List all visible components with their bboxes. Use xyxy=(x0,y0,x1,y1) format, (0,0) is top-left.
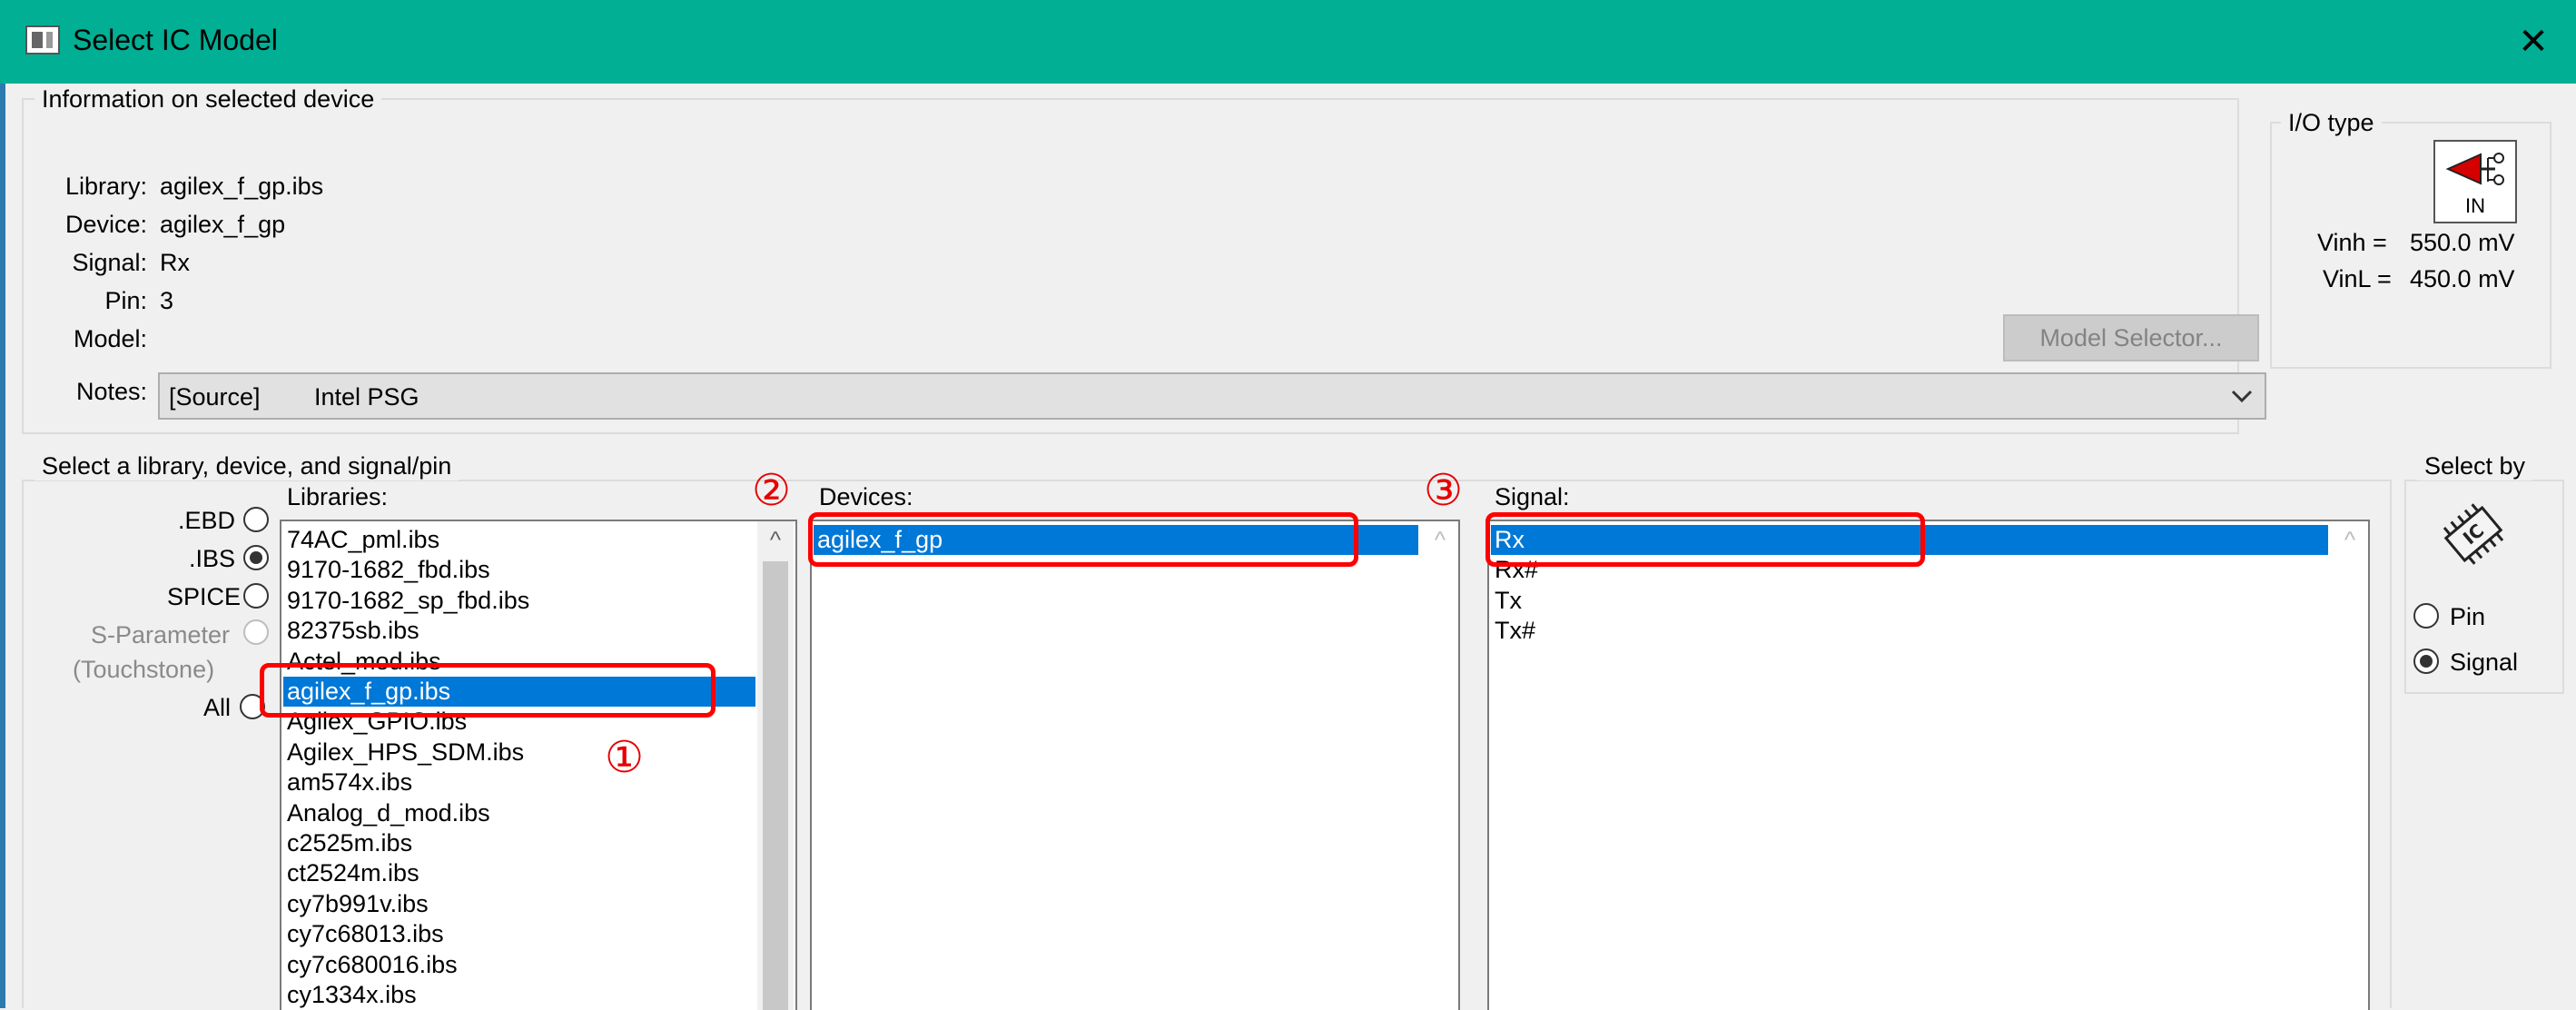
scroll-up-icon[interactable]: ^ xyxy=(1422,521,1458,558)
ebd-radio[interactable] xyxy=(243,507,269,532)
spice-radio[interactable] xyxy=(243,583,269,609)
library-list-item[interactable]: Agilex_HPS_SDM.ibs xyxy=(287,738,524,767)
library-list-item[interactable]: 9170-1682_fbd.ibs xyxy=(287,555,490,585)
pin-label: Pin: xyxy=(104,287,147,314)
devices-label: Devices: xyxy=(819,483,913,510)
signal-list-label: Signal: xyxy=(1495,483,1570,510)
library-list-item[interactable]: Analog_d_mod.ibs xyxy=(287,798,490,828)
signal-list-item[interactable]: Tx# xyxy=(1495,616,1535,646)
callout-signal xyxy=(1485,512,1925,567)
devices-listbox[interactable]: agilex_f_gp ^ xyxy=(810,520,1460,1010)
callout-library xyxy=(260,663,716,718)
library-list-item[interactable]: 82375sb.ibs xyxy=(287,616,419,646)
chip-icon: IC xyxy=(2443,503,2504,565)
select-by-signal-radio[interactable] xyxy=(2413,649,2439,674)
select-group-title: Select a library, device, and signal/pin xyxy=(35,452,459,480)
libraries-label: Libraries: xyxy=(287,483,389,510)
library-list-item[interactable]: c2525m.ibs xyxy=(287,828,412,858)
library-list-item[interactable]: cy7c68013.ibs xyxy=(287,919,444,949)
library-list-item[interactable]: am574x.ibs xyxy=(287,767,412,797)
ebd-label: .EBD xyxy=(178,507,236,534)
sparameter-label: S-Parameter xyxy=(91,621,231,649)
window-title: Select IC Model xyxy=(73,24,278,56)
select-by-title: Select by xyxy=(2417,452,2533,480)
vinl-value: 450.0 mV xyxy=(2410,265,2515,292)
notes-dropdown[interactable]: [Source] Intel PSG xyxy=(158,372,2266,420)
model-selector-button[interactable]: Model Selector... xyxy=(2003,314,2259,361)
library-list-item[interactable]: cy7b991v.ibs xyxy=(287,889,429,919)
all-label: All xyxy=(203,694,232,721)
notes-label: Notes: xyxy=(75,378,147,405)
io-type-title: I/O type xyxy=(2281,109,2382,137)
libraries-scrollbar[interactable]: ^ xyxy=(757,521,794,1010)
library-value: agilex_f_gp.ibs xyxy=(160,173,324,200)
close-icon[interactable]: ✕ xyxy=(2506,16,2561,67)
callout-device xyxy=(808,512,1358,567)
step-2-marker: ② xyxy=(752,467,792,515)
devices-scrollbar[interactable]: ^ xyxy=(1422,521,1458,1010)
step-3-marker: ③ xyxy=(1424,467,1464,515)
ibs-label: .IBS xyxy=(189,545,236,572)
info-group-title: Information on selected device xyxy=(35,85,382,114)
pin-value: 3 xyxy=(160,287,174,314)
signal-label: Signal: xyxy=(72,249,147,276)
window-app-icon xyxy=(25,25,60,54)
device-value: agilex_f_gp xyxy=(160,211,286,238)
library-list-item[interactable]: 74AC_pml.ibs xyxy=(287,525,439,555)
select-by-pin-label: Pin xyxy=(2450,603,2486,630)
ibs-radio[interactable] xyxy=(243,545,269,570)
io-icon-caption: IN xyxy=(2465,194,2485,217)
select-by-pin-radio[interactable] xyxy=(2413,603,2439,629)
touchstone-label: (Touchstone) xyxy=(73,656,215,683)
buffer-symbol-icon xyxy=(2445,153,2504,185)
signal-list-item[interactable]: Tx xyxy=(1495,586,1522,616)
chevron-down-icon xyxy=(2231,390,2253,403)
vinh-value: 550.0 mV xyxy=(2410,229,2515,256)
vinh-label: Vinh = xyxy=(2317,229,2387,256)
library-list-item[interactable]: cy7c680016.ibs xyxy=(287,950,458,980)
input-buffer-icon: IN xyxy=(2433,140,2517,223)
spice-label: SPICE xyxy=(167,583,242,610)
sparameter-radio[interactable] xyxy=(243,619,269,645)
step-1-marker: ① xyxy=(605,734,645,782)
vinl-label: VinL = xyxy=(2323,265,2392,292)
signal-listbox[interactable]: Rx Rx# Tx Tx# ^ xyxy=(1487,520,2370,1010)
signal-value: Rx xyxy=(160,249,190,276)
title-bar: Select IC Model ✕ xyxy=(0,0,2576,84)
select-by-signal-label: Signal xyxy=(2450,649,2519,676)
libraries-listbox[interactable]: 74AC_pml.ibs 9170-1682_fbd.ibs 9170-1682_s… xyxy=(280,520,797,1010)
model-selector-label: Model Selector... xyxy=(2039,324,2223,352)
library-list-item[interactable]: ct2524m.ibs xyxy=(287,858,419,888)
library-label: Library: xyxy=(64,173,147,200)
scroll-up-icon[interactable]: ^ xyxy=(757,521,794,558)
device-label: Device: xyxy=(64,211,147,238)
notes-source: [Source] xyxy=(169,383,261,411)
scroll-up-icon[interactable]: ^ xyxy=(2332,521,2368,558)
libraries-scroll-thumb[interactable] xyxy=(763,561,788,1010)
library-list-item[interactable]: cy1334x.ibs xyxy=(287,980,417,1010)
library-list-item[interactable]: 9170-1682_sp_fbd.ibs xyxy=(287,586,529,616)
model-label: Model: xyxy=(73,325,147,352)
notes-text: Intel PSG xyxy=(314,383,419,411)
signal-scrollbar[interactable]: ^ xyxy=(2332,521,2368,1010)
ic-chip-icon: IC xyxy=(2437,498,2510,570)
window-left-edge xyxy=(0,84,5,1008)
